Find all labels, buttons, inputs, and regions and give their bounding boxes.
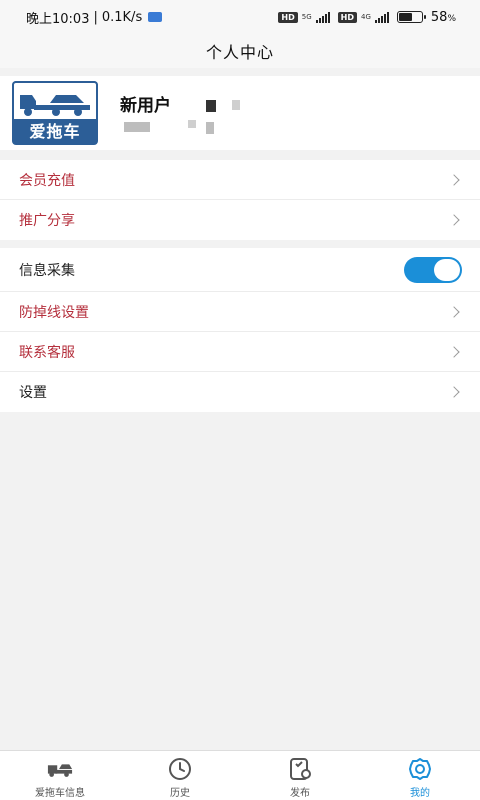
battery-icon: [396, 11, 426, 23]
menu-item-label: 设置: [19, 385, 47, 401]
chevron-right-icon: [448, 214, 460, 226]
hd-badge: HD: [278, 11, 298, 23]
bottom-tab-bar: 爱拖车信息 历史 发布 我的: [0, 750, 480, 800]
status-bar: 晚上10:03 | 0.1K/s HD 5G HD 4G 58%: [0, 0, 480, 34]
train-app-icon: [148, 12, 163, 22]
menu-group-membership: 会员充值 推广分享: [0, 160, 480, 240]
menu-group-settings: 信息采集 防掉线设置 联系客服 设置: [0, 248, 480, 412]
tab-mine[interactable]: 我的: [360, 751, 480, 800]
signal-icon: [315, 11, 330, 23]
hd-badge: HD: [337, 11, 357, 23]
page-title: 个人中心: [205, 43, 274, 62]
redacted-block: [206, 100, 216, 112]
tab-tow-info[interactable]: 爱拖车信息: [0, 751, 120, 800]
network-speed: 0.1K/s: [101, 9, 143, 25]
redacted-block: [124, 122, 150, 132]
menu-item-label: 信息采集: [19, 262, 75, 279]
tab-label: 历史: [170, 788, 190, 799]
menu-item-label: 推广分享: [19, 213, 75, 229]
chevron-right-icon: [448, 386, 460, 398]
info-collect-toggle[interactable]: [404, 256, 462, 283]
menu-item-recharge[interactable]: 会员充值: [0, 160, 480, 200]
user-info: 新用户: [120, 76, 420, 150]
logo-text: 爱拖车: [29, 122, 81, 141]
chevron-right-icon: [448, 173, 460, 186]
app-logo: 爱拖车: [12, 81, 98, 145]
status-bar-left: 晚上10:03 | 0.1K/s: [26, 8, 163, 27]
publish-icon: [287, 757, 313, 781]
toggle-knob: [434, 258, 460, 281]
menu-item-customer-service[interactable]: 联系客服: [0, 332, 480, 372]
network-type-5g: 5G: [301, 13, 312, 21]
tow-truck-icon: [47, 757, 73, 781]
status-bar-right: HD 5G HD 4G 58%: [278, 10, 456, 25]
tab-history[interactable]: 历史: [120, 751, 240, 800]
tab-publish[interactable]: 发布: [240, 751, 360, 800]
redacted-block: [232, 100, 240, 110]
menu-item-info-collect: 信息采集: [0, 248, 480, 292]
menu-item-anti-disconnect[interactable]: 防掉线设置: [0, 292, 480, 332]
username: 新用户: [120, 96, 171, 116]
menu-item-share[interactable]: 推广分享: [0, 200, 480, 240]
battery-percent: 58%: [430, 9, 456, 25]
profile-card[interactable]: 爱拖车 新用户: [0, 76, 480, 150]
chevron-right-icon: [448, 305, 460, 318]
tab-label: 我的: [410, 788, 430, 799]
redacted-block: [206, 122, 214, 134]
menu-item-settings[interactable]: 设置: [0, 372, 480, 412]
tab-label: 爱拖车信息: [35, 788, 85, 799]
clock-icon: [167, 757, 193, 781]
battery-fill: [398, 13, 412, 21]
menu-item-label: 会员充值: [19, 172, 75, 189]
menu-item-label: 防掉线设置: [19, 304, 89, 321]
tab-label: 发布: [290, 788, 310, 799]
gear-icon: [407, 757, 433, 781]
status-separator: |: [93, 9, 98, 25]
network-type-4g: 4G: [361, 13, 371, 21]
menu-item-label: 联系客服: [19, 344, 75, 361]
tow-truck-logo-icon: [20, 95, 90, 116]
logo-top-panel: [12, 81, 98, 119]
title-bar: 个人中心: [0, 34, 480, 68]
chevron-right-icon: [448, 345, 460, 358]
logo-badge: 爱拖车: [12, 81, 98, 145]
redacted-block: [188, 120, 196, 128]
signal-icon: [374, 11, 389, 23]
status-time: 晚上10:03: [26, 11, 90, 27]
